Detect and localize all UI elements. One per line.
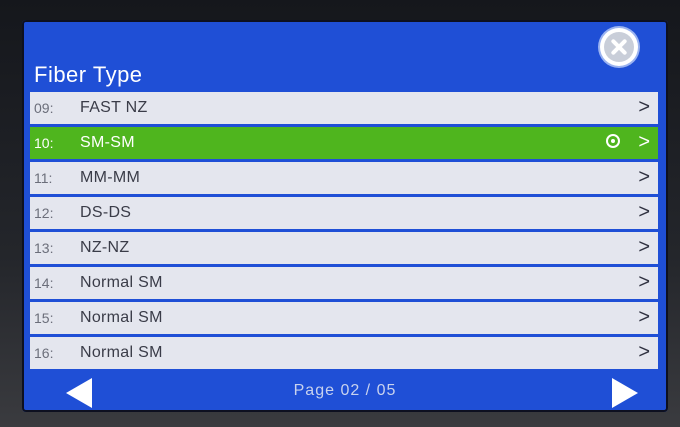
item-number: 11:: [34, 170, 53, 186]
item-label: DS-DS: [80, 204, 132, 221]
fiber-type-list: 09: FAST NZ > 10: SM-SM > 11: MM-MM > 12…: [30, 92, 658, 372]
pagination-bar: Page 02 / 05: [22, 372, 668, 412]
item-label: SM-SM: [80, 134, 135, 151]
page-indicator: Page 02 / 05: [293, 382, 397, 399]
item-number: 14:: [34, 275, 54, 291]
page-title: Fiber Type: [34, 62, 143, 87]
chevron-right-icon: >: [638, 166, 650, 188]
item-label: FAST NZ: [80, 99, 148, 116]
item-number: 09:: [34, 100, 54, 116]
screen: Fiber Type 09: FAST NZ > 10: SM-SM > 11:…: [22, 20, 668, 412]
next-page-arrow-icon[interactable]: [612, 378, 638, 408]
close-button[interactable]: [600, 28, 638, 66]
item-label: Normal SM: [80, 344, 163, 361]
chevron-right-icon: >: [638, 236, 650, 258]
chevron-right-icon: >: [638, 341, 650, 363]
item-number: 15:: [34, 310, 54, 326]
list-item[interactable]: 13: NZ-NZ >: [30, 232, 658, 264]
chevron-right-icon: >: [638, 306, 650, 328]
list-item[interactable]: 12: DS-DS >: [30, 197, 658, 229]
list-item-selected[interactable]: 10: SM-SM >: [30, 127, 658, 159]
item-label: Normal SM: [80, 274, 163, 291]
list-item[interactable]: 09: FAST NZ >: [30, 92, 658, 124]
list-item[interactable]: 15: Normal SM >: [30, 302, 658, 334]
list-item[interactable]: 14: Normal SM >: [30, 267, 658, 299]
chevron-right-icon: >: [638, 131, 650, 153]
item-label: MM-MM: [80, 169, 141, 186]
item-number: 12:: [34, 205, 54, 221]
item-label: NZ-NZ: [80, 239, 130, 256]
item-number: 10:: [34, 135, 54, 151]
item-label: Normal SM: [80, 309, 163, 326]
chevron-right-icon: >: [638, 271, 650, 293]
chevron-right-icon: >: [638, 96, 650, 118]
item-number: 16:: [34, 345, 54, 361]
list-item[interactable]: 16: Normal SM >: [30, 337, 658, 369]
radio-selected-icon: [606, 134, 620, 148]
list-item[interactable]: 11: MM-MM >: [30, 162, 658, 194]
close-icon: [604, 32, 634, 62]
chevron-right-icon: >: [638, 201, 650, 223]
item-number: 13:: [34, 240, 54, 256]
